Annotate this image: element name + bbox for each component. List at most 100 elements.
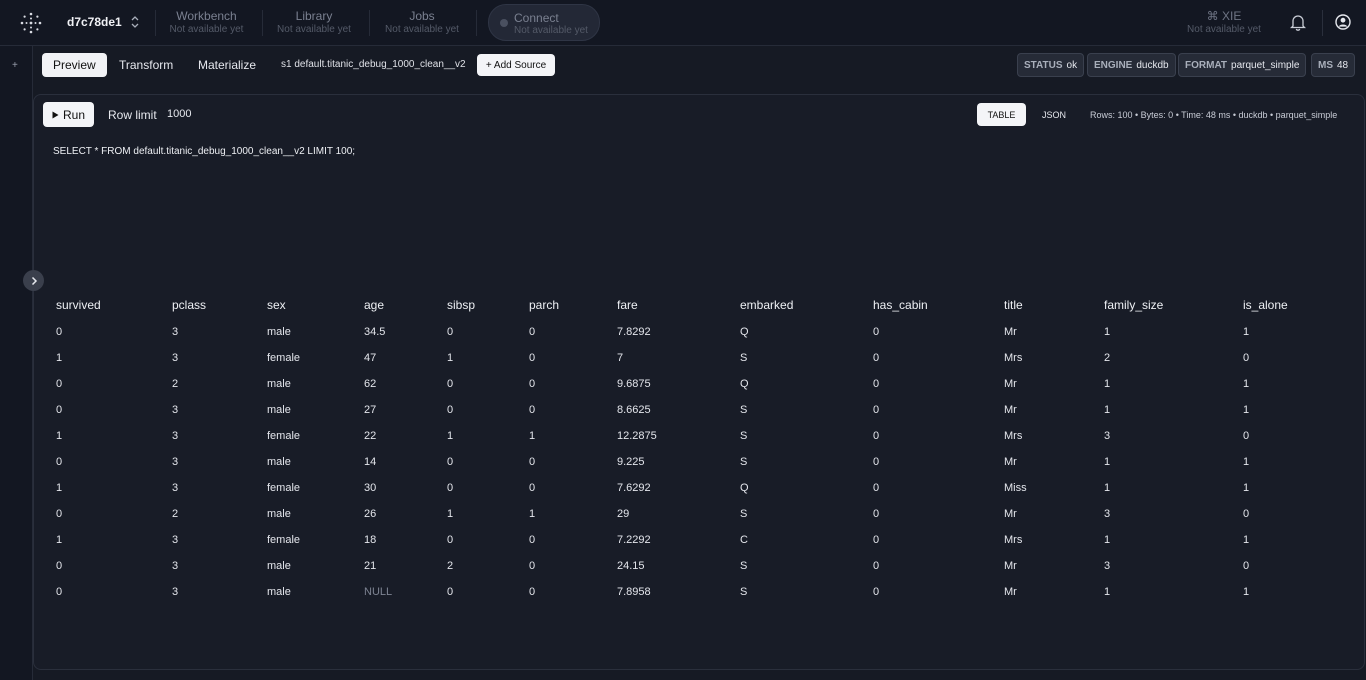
table-cell: 1: [1104, 482, 1111, 494]
xie-command[interactable]: ⌘ XIE Not available yet: [1186, 9, 1262, 35]
table-cell: 0: [873, 560, 880, 572]
nav-workbench[interactable]: Workbench Not available yet: [168, 9, 245, 36]
table-cell: male: [267, 404, 291, 416]
table-cell: 1: [529, 508, 536, 520]
column-header-sex[interactable]: sex: [267, 292, 286, 318]
ms-badge: MS 48: [1311, 53, 1356, 77]
connect-button[interactable]: Connect Not available yet: [488, 4, 600, 41]
connect-title: Connect: [514, 11, 559, 25]
column-header-sibsp[interactable]: sibsp: [447, 292, 475, 318]
table-cell: S: [740, 404, 748, 416]
bell-icon[interactable]: [1290, 14, 1306, 31]
top-bar: d7c78de1 Workbench Not available yet Lib…: [0, 0, 1366, 46]
workspace-switcher[interactable]: d7c78de1: [67, 15, 140, 29]
column-header-fare[interactable]: fare: [617, 292, 638, 318]
table-cell: 3: [172, 326, 179, 338]
row-limit-input[interactable]: [162, 103, 222, 125]
badge-key: STATUS: [1024, 59, 1063, 71]
badge-value: 48: [1337, 59, 1349, 71]
column-header-parch[interactable]: parch: [529, 292, 559, 318]
table-cell: female: [267, 482, 301, 494]
table-cell: 1: [1243, 482, 1250, 494]
column-header-embarked[interactable]: embarked: [740, 292, 793, 318]
badge-key: MS: [1318, 59, 1333, 71]
table-cell: 0: [529, 456, 536, 468]
table-cell: 1: [447, 430, 454, 442]
table-cell: Mrs: [1004, 430, 1023, 442]
nav-library[interactable]: Library Not available yet: [276, 9, 352, 36]
column-header-is-alone[interactable]: is_alone: [1243, 292, 1288, 318]
view-json-button[interactable]: JSON: [1032, 103, 1076, 126]
table-cell: Mr: [1004, 404, 1017, 416]
table-cell: 0: [447, 534, 454, 546]
table-cell: 0: [529, 404, 536, 416]
column-header-pclass[interactable]: pclass: [172, 292, 206, 318]
left-rail: +: [0, 46, 33, 680]
column-header-has-cabin[interactable]: has_cabin: [873, 292, 928, 318]
tab-preview-label: Preview: [53, 58, 96, 72]
column-header-age[interactable]: age: [364, 292, 384, 318]
sql-editor[interactable]: SELECT * FROM default.titanic_debug_1000…: [53, 146, 355, 157]
result-meta: Rows: 100 • Bytes: 0 • Time: 48 ms • duc…: [1090, 110, 1338, 120]
app-logo-icon[interactable]: [19, 11, 43, 35]
badge-key: ENGINE: [1094, 59, 1133, 71]
tab-transform[interactable]: Transform: [108, 53, 184, 77]
table-cell: 0: [529, 326, 536, 338]
expand-sidebar-button[interactable]: [23, 270, 44, 291]
run-button[interactable]: Run: [43, 102, 94, 127]
view-table-label: TABLE: [987, 109, 1016, 120]
table-cell: 0: [56, 586, 63, 598]
nav-divider: [369, 10, 370, 36]
table-cell: 0: [447, 586, 454, 598]
table-cell: S: [740, 508, 748, 520]
nav-library-title: Library: [295, 9, 333, 23]
table-cell: 1: [1243, 456, 1250, 468]
table-cell: 30: [364, 482, 377, 494]
user-avatar-icon[interactable]: [1335, 14, 1351, 30]
table-cell: 0: [873, 508, 880, 520]
table-cell: 0: [1243, 430, 1250, 442]
source-label[interactable]: s1 default.titanic_debug_1000_clean__v2: [281, 59, 466, 70]
chevron-right-icon: [31, 276, 37, 285]
tab-materialize[interactable]: Materialize: [187, 53, 267, 77]
table-cell: male: [267, 560, 291, 572]
nav-jobs[interactable]: Jobs Not available yet: [384, 9, 460, 36]
table-cell: 22: [364, 430, 377, 442]
table-cell: 0: [873, 378, 880, 390]
query-panel: [33, 94, 1365, 670]
table-cell: C: [740, 534, 748, 546]
column-header-survived[interactable]: survived: [56, 292, 101, 318]
nav-divider: [155, 10, 156, 36]
table-cell: 0: [873, 534, 880, 546]
table-cell: 0: [529, 534, 536, 546]
table-cell: 0: [56, 326, 63, 338]
table-cell: 1: [1243, 326, 1250, 338]
add-source-button[interactable]: + Add Source: [477, 54, 555, 76]
table-cell: 7.6292: [617, 482, 651, 494]
nav-divider: [476, 10, 477, 36]
view-table-button[interactable]: TABLE: [977, 103, 1026, 126]
table-cell: 1: [56, 430, 63, 442]
column-header-family-size[interactable]: family_size: [1104, 292, 1163, 318]
table-cell: 0: [1243, 560, 1250, 572]
tab-preview[interactable]: Preview: [42, 53, 107, 77]
table-cell: 1: [1243, 586, 1250, 598]
table-cell: 3: [1104, 430, 1111, 442]
table-cell: 3: [1104, 508, 1111, 520]
row-limit-label: Row limit: [108, 108, 157, 122]
table-cell: 2: [447, 560, 454, 572]
table-cell: 1: [56, 482, 63, 494]
status-badge: STATUS ok: [1017, 53, 1085, 77]
table-cell: 2: [172, 508, 179, 520]
table-cell: 0: [529, 378, 536, 390]
table-cell: 0: [1243, 508, 1250, 520]
table-cell: 1: [447, 352, 454, 364]
add-icon[interactable]: +: [12, 60, 18, 71]
table-cell: Mr: [1004, 378, 1017, 390]
column-header-title[interactable]: title: [1004, 292, 1023, 318]
table-cell: 1: [1243, 378, 1250, 390]
table-cell: Q: [740, 482, 749, 494]
workspace-name: d7c78de1: [67, 15, 122, 29]
table-cell: 0: [447, 482, 454, 494]
table-cell: 3: [172, 560, 179, 572]
